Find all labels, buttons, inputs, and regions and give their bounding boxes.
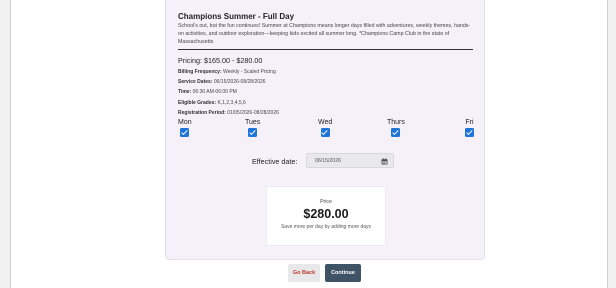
- price-summary: Price $280.00 Save more per day by addin…: [266, 186, 386, 246]
- checkbox-checked-icon[interactable]: [465, 128, 474, 137]
- day-label: Tues: [245, 119, 261, 126]
- checkbox-checked-icon[interactable]: [320, 128, 330, 137]
- checkbox-checked-icon[interactable]: [180, 128, 190, 137]
- price-value: $280.00: [303, 207, 349, 221]
- calendar-icon[interactable]: [381, 157, 388, 165]
- checkbox-checked-icon[interactable]: [248, 128, 258, 137]
- day-tues: Tues: [245, 119, 260, 137]
- effective-date-input[interactable]: 06/15/2026: [306, 153, 394, 168]
- program-details: Billing Frequency: Weekly - Scaled Prici…: [178, 67, 279, 118]
- day-selector: Mon Tues Wed Thurs Fri: [178, 119, 474, 143]
- program-description: School's out, but the fun continues! Sum…: [178, 22, 473, 50]
- go-back-button[interactable]: Go Back: [288, 264, 320, 282]
- detail-registration-period: Registration Period: 01/05/2026-08/28/20…: [178, 109, 279, 116]
- program-card: Champions Summer - Full Day School's out…: [165, 0, 485, 260]
- detail-eligible-grades: Eligible Grades: K,1,2,3,4,5,6: [178, 99, 246, 106]
- continue-button[interactable]: Continue: [325, 264, 361, 282]
- day-label: Fri: [465, 119, 474, 126]
- day-fri: Fri: [465, 119, 474, 137]
- price-label: Price: [320, 199, 332, 205]
- program-title: Champions Summer - Full Day: [178, 12, 295, 21]
- day-label: Mon: [178, 119, 192, 126]
- effective-date-value: 06/15/2026: [315, 158, 341, 164]
- detail-service-dates: Service Dates: 06/15/2026-08/28/2026: [178, 79, 266, 86]
- day-thurs: Thurs: [387, 119, 405, 137]
- page-frame: Champions Summer - Full Day School's out…: [10, 0, 608, 288]
- day-label: Wed: [318, 119, 333, 126]
- price-note: Save more per day by adding more days: [280, 224, 372, 230]
- pricing-range: Pricing: $165.00 - $280.00: [178, 56, 263, 65]
- checkbox-checked-icon[interactable]: [391, 128, 401, 137]
- detail-billing-frequency: Billing Frequency: Weekly - Scaled Prici…: [178, 69, 276, 75]
- day-label: Thurs: [387, 119, 405, 126]
- detail-time: Time: 06:30 AM-06:00 PM: [178, 89, 237, 96]
- effective-date-label: Effective date:: [252, 157, 298, 166]
- day-mon: Mon: [178, 119, 192, 137]
- day-wed: Wed: [318, 119, 332, 137]
